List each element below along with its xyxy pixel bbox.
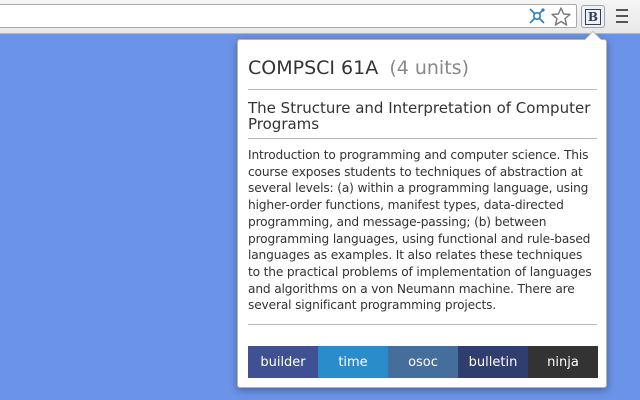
tab-builder[interactable]: builder (248, 346, 318, 378)
satellite-icon[interactable] (527, 6, 547, 26)
b-logo-icon: B (585, 8, 601, 25)
course-header: COMPSCI 61A (4 units) (248, 57, 597, 89)
tab-bulletin[interactable]: bulletin (458, 346, 528, 378)
browser-toolbar: B (0, 0, 640, 34)
course-description: Introduction to programming and computer… (248, 148, 592, 313)
tab-ninja[interactable]: ninja (528, 346, 598, 378)
divider (248, 324, 597, 325)
divider (248, 89, 597, 90)
menu-icon[interactable] (614, 8, 630, 24)
tab-time[interactable]: time (318, 346, 388, 378)
tab-osoc[interactable]: osoc (388, 346, 458, 378)
course-units: (4 units) (389, 57, 469, 79)
course-title: The Structure and Interpretation of Comp… (248, 99, 591, 133)
extension-b-button[interactable]: B (581, 5, 605, 28)
bookmark-star-icon[interactable] (550, 6, 572, 26)
course-popup: COMPSCI 61A (4 units) The Structure and … (237, 31, 607, 388)
divider (248, 138, 597, 139)
link-tabs: builder time osoc bulletin ninja (248, 346, 598, 378)
address-bar[interactable] (0, 4, 577, 28)
course-code: COMPSCI 61A (248, 57, 379, 79)
